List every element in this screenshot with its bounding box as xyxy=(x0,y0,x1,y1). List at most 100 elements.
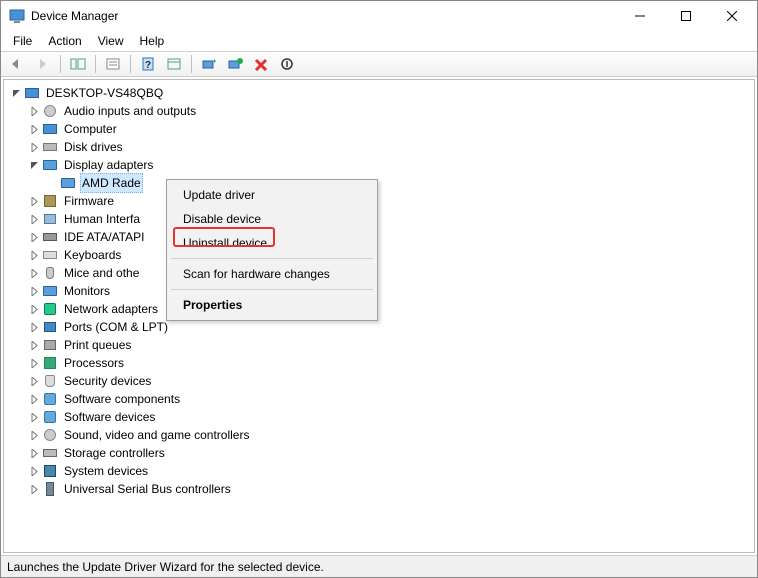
tree-item-cat-2[interactable]: Disk drives xyxy=(10,138,748,156)
expand-icon[interactable] xyxy=(28,375,40,387)
expand-icon[interactable] xyxy=(28,321,40,333)
tree-item-cat-10[interactable]: Network adapters xyxy=(10,300,748,318)
tree-item-label: System devices xyxy=(62,462,150,480)
maximize-button[interactable] xyxy=(663,1,709,31)
update-driver-button[interactable] xyxy=(197,53,221,75)
tree-item-cat-0[interactable]: Audio inputs and outputs xyxy=(10,102,748,120)
tree-item-cat-7[interactable]: Keyboards xyxy=(10,246,748,264)
comp-icon xyxy=(24,85,40,101)
tree-item-cat-4[interactable]: Firmware xyxy=(10,192,748,210)
app-icon xyxy=(9,8,25,24)
tree-item-cat-8[interactable]: Mice and othe xyxy=(10,264,748,282)
ctx-properties[interactable]: Properties xyxy=(169,293,375,317)
device-tree-panel[interactable]: DESKTOP-VS48QBQAudio inputs and outputsC… xyxy=(3,79,755,553)
expand-icon[interactable] xyxy=(28,195,40,207)
menu-view[interactable]: View xyxy=(90,32,132,50)
tree-item-cat-1[interactable]: Computer xyxy=(10,120,748,138)
tree-item-cat-9[interactable]: Monitors xyxy=(10,282,748,300)
expand-icon[interactable] xyxy=(28,141,40,153)
scan-hardware-button[interactable] xyxy=(223,53,247,75)
expand-icon[interactable] xyxy=(28,105,40,117)
expand-icon[interactable] xyxy=(28,483,40,495)
net-icon xyxy=(42,301,58,317)
usb-icon xyxy=(42,481,58,497)
collapse-icon[interactable] xyxy=(28,159,40,171)
ctx-disable-device[interactable]: Disable device xyxy=(169,207,375,231)
tree-item-label: Universal Serial Bus controllers xyxy=(62,480,233,498)
collapse-icon[interactable] xyxy=(10,87,22,99)
ctx-separator xyxy=(171,289,373,290)
expand-icon[interactable] xyxy=(28,231,40,243)
tree-item-label: Mice and othe xyxy=(62,264,141,282)
tree-item-label: Computer xyxy=(62,120,119,138)
menu-help[interactable]: Help xyxy=(132,32,173,50)
tree-item-cat-16[interactable]: Software devices xyxy=(10,408,748,426)
tree-item-cat-13[interactable]: Processors xyxy=(10,354,748,372)
statusbar: Launches the Update Driver Wizard for th… xyxy=(1,555,757,577)
expand-icon[interactable] xyxy=(28,285,40,297)
expand-icon[interactable] xyxy=(28,303,40,315)
tree-item-cat-11[interactable]: Ports (COM & LPT) xyxy=(10,318,748,336)
toolbar: ? xyxy=(1,51,757,77)
mouse-icon xyxy=(42,265,58,281)
ctx-separator xyxy=(171,258,373,259)
tree-item-cat-15[interactable]: Software components xyxy=(10,390,748,408)
list-button[interactable] xyxy=(162,53,186,75)
toolbar-separator xyxy=(191,55,192,73)
back-button[interactable] xyxy=(5,53,29,75)
menu-action[interactable]: Action xyxy=(40,32,89,50)
help-button[interactable]: ? xyxy=(136,53,160,75)
tree-item-cat-19[interactable]: System devices xyxy=(10,462,748,480)
tree-item-cat-17[interactable]: Sound, video and game controllers xyxy=(10,426,748,444)
soft-icon xyxy=(42,391,58,407)
window-title: Device Manager xyxy=(31,9,617,23)
expand-icon[interactable] xyxy=(28,465,40,477)
tree-item-cat-6[interactable]: IDE ATA/ATAPI xyxy=(10,228,748,246)
expand-icon[interactable] xyxy=(28,447,40,459)
port-icon xyxy=(42,319,58,335)
context-menu: Update driver Disable device Uninstall d… xyxy=(166,179,378,321)
show-hide-tree-button[interactable] xyxy=(66,53,90,75)
toolbar-separator xyxy=(95,55,96,73)
tree-item-cat-5[interactable]: Human Interfa xyxy=(10,210,748,228)
tree-item-cat-3-child-0[interactable]: AMD Rade xyxy=(10,174,748,192)
tree-item-label: Disk drives xyxy=(62,138,125,156)
drive-icon xyxy=(42,139,58,155)
expand-icon[interactable] xyxy=(28,357,40,369)
tree-item-cat-14[interactable]: Security devices xyxy=(10,372,748,390)
tree-item-label: Audio inputs and outputs xyxy=(62,102,198,120)
sound-icon xyxy=(42,427,58,443)
tree-item-label: DESKTOP-VS48QBQ xyxy=(44,84,165,102)
titlebar: Device Manager xyxy=(1,1,757,31)
ctx-update-driver[interactable]: Update driver xyxy=(169,183,375,207)
expand-icon[interactable] xyxy=(28,339,40,351)
minimize-button[interactable] xyxy=(617,1,663,31)
expand-icon[interactable] xyxy=(28,393,40,405)
ctx-scan-hardware[interactable]: Scan for hardware changes xyxy=(169,262,375,286)
ctx-uninstall-device[interactable]: Uninstall device xyxy=(169,231,375,255)
close-button[interactable] xyxy=(709,1,755,31)
tree-item-cat-18[interactable]: Storage controllers xyxy=(10,444,748,462)
tree-item-root[interactable]: DESKTOP-VS48QBQ xyxy=(10,84,748,102)
expand-icon[interactable] xyxy=(28,267,40,279)
expand-icon[interactable] xyxy=(28,123,40,135)
tree-item-label: Human Interfa xyxy=(62,210,142,228)
svg-text:?: ? xyxy=(145,60,151,71)
forward-button[interactable] xyxy=(31,53,55,75)
toolbar-separator xyxy=(130,55,131,73)
hid-icon xyxy=(42,211,58,227)
disable-button[interactable] xyxy=(275,53,299,75)
uninstall-button[interactable] xyxy=(249,53,273,75)
expand-icon[interactable] xyxy=(28,429,40,441)
tree-item-cat-3[interactable]: Display adapters xyxy=(10,156,748,174)
tree-item-cat-20[interactable]: Universal Serial Bus controllers xyxy=(10,480,748,498)
tree-item-label: Storage controllers xyxy=(62,444,167,462)
properties-button[interactable] xyxy=(101,53,125,75)
tree-item-cat-12[interactable]: Print queues xyxy=(10,336,748,354)
menu-file[interactable]: File xyxy=(5,32,40,50)
display-icon xyxy=(60,175,76,191)
expand-icon[interactable] xyxy=(28,249,40,261)
expand-icon[interactable] xyxy=(28,213,40,225)
expand-icon[interactable] xyxy=(28,411,40,423)
tree-item-label: Keyboards xyxy=(62,246,123,264)
